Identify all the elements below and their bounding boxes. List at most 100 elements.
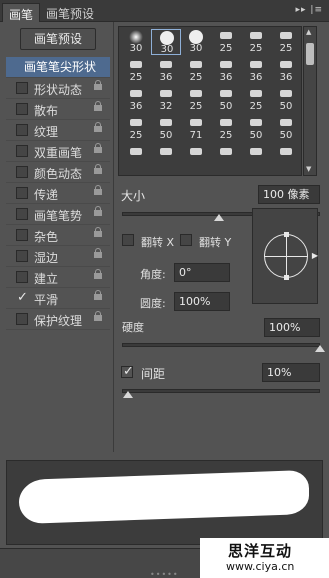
roundness-handle-top[interactable]: [284, 232, 289, 237]
brush-tip-cell[interactable]: 36: [271, 58, 301, 84]
category-color-dynamics[interactable]: 颜色动态: [6, 162, 110, 183]
lock-icon[interactable]: [94, 269, 102, 281]
brush-tip-cell[interactable]: 36: [211, 58, 241, 84]
brush-tip-icon: [250, 32, 262, 39]
roundness-field[interactable]: 100%: [174, 292, 230, 311]
category-protect-texture[interactable]: 保护纹理: [6, 309, 110, 330]
lock-icon[interactable]: [94, 185, 102, 197]
brush-tip-cell[interactable]: 30: [151, 29, 181, 55]
brush-tip-cell[interactable]: 50: [211, 87, 241, 113]
checkbox[interactable]: [16, 250, 28, 262]
brush-tip-icon: [220, 32, 232, 39]
brush-tip-cell[interactable]: [121, 145, 151, 171]
brush-tip-cell[interactable]: 30: [121, 29, 151, 55]
lock-icon[interactable]: [94, 101, 102, 113]
brush-size-label: 30: [129, 43, 143, 54]
tab-brush-presets[interactable]: 画笔预设: [40, 3, 100, 22]
angle-arrow-icon[interactable]: ▶: [312, 251, 318, 260]
tab-brush[interactable]: 画笔: [2, 3, 41, 22]
brush-tip-cell[interactable]: 25: [181, 87, 211, 113]
scroll-up-icon[interactable]: ▲: [306, 28, 311, 36]
checkbox[interactable]: [16, 124, 28, 136]
category-noise[interactable]: 杂色: [6, 225, 110, 246]
hardness-field[interactable]: 100%: [264, 318, 320, 337]
checkmark-icon[interactable]: ✓: [17, 290, 28, 305]
category-transfer[interactable]: 传递: [6, 183, 110, 204]
checkbox[interactable]: [16, 208, 28, 220]
flip-x-checkbox[interactable]: [122, 234, 134, 246]
spacing-slider-thumb[interactable]: [123, 391, 133, 398]
category-build-up[interactable]: 建立: [6, 267, 110, 288]
category-wet-edges[interactable]: 湿边: [6, 246, 110, 267]
brush-tip-cell[interactable]: 25: [241, 87, 271, 113]
spacing-checkbox[interactable]: [121, 366, 133, 378]
scroll-down-icon[interactable]: ▼: [306, 165, 311, 173]
category-texture[interactable]: 纹理: [6, 120, 110, 141]
lock-icon[interactable]: [94, 206, 102, 218]
checkbox[interactable]: [16, 82, 28, 94]
lock-icon[interactable]: [94, 122, 102, 134]
brush-tip-cell[interactable]: 50: [151, 116, 181, 142]
resize-grip-icon[interactable]: •••••: [150, 570, 179, 578]
category-brush-pose[interactable]: 画笔笔势: [6, 204, 110, 225]
lock-icon[interactable]: [94, 164, 102, 176]
lock-icon[interactable]: [94, 143, 102, 155]
flip-y-checkbox[interactable]: [180, 234, 192, 246]
brush-presets-button[interactable]: 画笔预设: [20, 28, 96, 50]
brush-tip-cell[interactable]: [211, 145, 241, 171]
brush-tip-cell[interactable]: 25: [241, 29, 271, 55]
category-brush-tip-shape[interactable]: 画笔笔尖形状: [6, 57, 110, 78]
checkbox[interactable]: [16, 229, 28, 241]
brush-tip-cell[interactable]: 25: [211, 116, 241, 142]
brush-tip-cell[interactable]: 25: [271, 29, 301, 55]
checkbox[interactable]: [16, 187, 28, 199]
roundness-handle-bottom[interactable]: [284, 275, 289, 280]
brush-tip-cell[interactable]: 25: [121, 116, 151, 142]
checkbox[interactable]: [16, 271, 28, 283]
panel-menu-icon[interactable]: ▸▸ |≡: [296, 5, 323, 15]
brush-tip-cell[interactable]: 50: [271, 87, 301, 113]
brush-tip-grid[interactable]: 30 30 30 25 25 25 25 36 25 36 36 36 36 32 25 50 25 50 25 50…: [118, 26, 302, 176]
brush-tip-cell[interactable]: 25: [211, 29, 241, 55]
brush-tip-cell[interactable]: 30: [181, 29, 211, 55]
spacing-field[interactable]: 10%: [262, 363, 320, 382]
brush-tip-cell[interactable]: 50: [271, 116, 301, 142]
brush-tip-cell[interactable]: 36: [151, 58, 181, 84]
brush-tip-cell[interactable]: [241, 145, 271, 171]
brush-size-label: 25: [219, 43, 233, 54]
brush-tip-cell[interactable]: 25: [181, 58, 211, 84]
brush-tip-cell[interactable]: 36: [121, 87, 151, 113]
brush-grid-scrollbar[interactable]: ▲ ▼: [303, 26, 317, 176]
checkbox[interactable]: [16, 103, 28, 115]
brush-tip-cell[interactable]: [181, 145, 211, 171]
brush-tip-cell[interactable]: 36: [241, 58, 271, 84]
brush-tip-cell[interactable]: [271, 145, 301, 171]
brush-tip-cell[interactable]: 32: [151, 87, 181, 113]
checkbox[interactable]: [16, 145, 28, 157]
category-shape-dynamics[interactable]: 形状动态: [6, 78, 110, 99]
brush-size-label: 36: [219, 72, 233, 83]
size-slider-thumb[interactable]: [214, 214, 224, 221]
lock-icon[interactable]: [94, 311, 102, 323]
lock-icon[interactable]: [94, 80, 102, 92]
lock-icon[interactable]: [94, 227, 102, 239]
size-field[interactable]: 100 像素: [258, 185, 320, 204]
category-scattering[interactable]: 散布: [6, 99, 110, 120]
hardness-slider[interactable]: [122, 343, 320, 347]
category-smoothing[interactable]: ✓ 平滑: [6, 288, 110, 309]
brush-tip-cell[interactable]: 50: [241, 116, 271, 142]
checkbox[interactable]: [16, 313, 28, 325]
checkbox[interactable]: [16, 166, 28, 178]
brush-tip-cell[interactable]: 71: [181, 116, 211, 142]
brush-tip-cell[interactable]: [151, 145, 181, 171]
angle-field[interactable]: 0°: [174, 263, 230, 282]
hardness-slider-thumb[interactable]: [315, 345, 325, 352]
brush-tip-cell[interactable]: 25: [121, 58, 151, 84]
lock-icon[interactable]: [94, 290, 102, 302]
scroll-thumb[interactable]: [306, 43, 314, 65]
spacing-slider[interactable]: [122, 389, 320, 393]
brush-size-label: 50: [159, 130, 173, 141]
category-dual-brush[interactable]: 双重画笔: [6, 141, 110, 162]
lock-icon[interactable]: [94, 248, 102, 260]
angle-roundness-widget[interactable]: ▶: [252, 208, 318, 304]
